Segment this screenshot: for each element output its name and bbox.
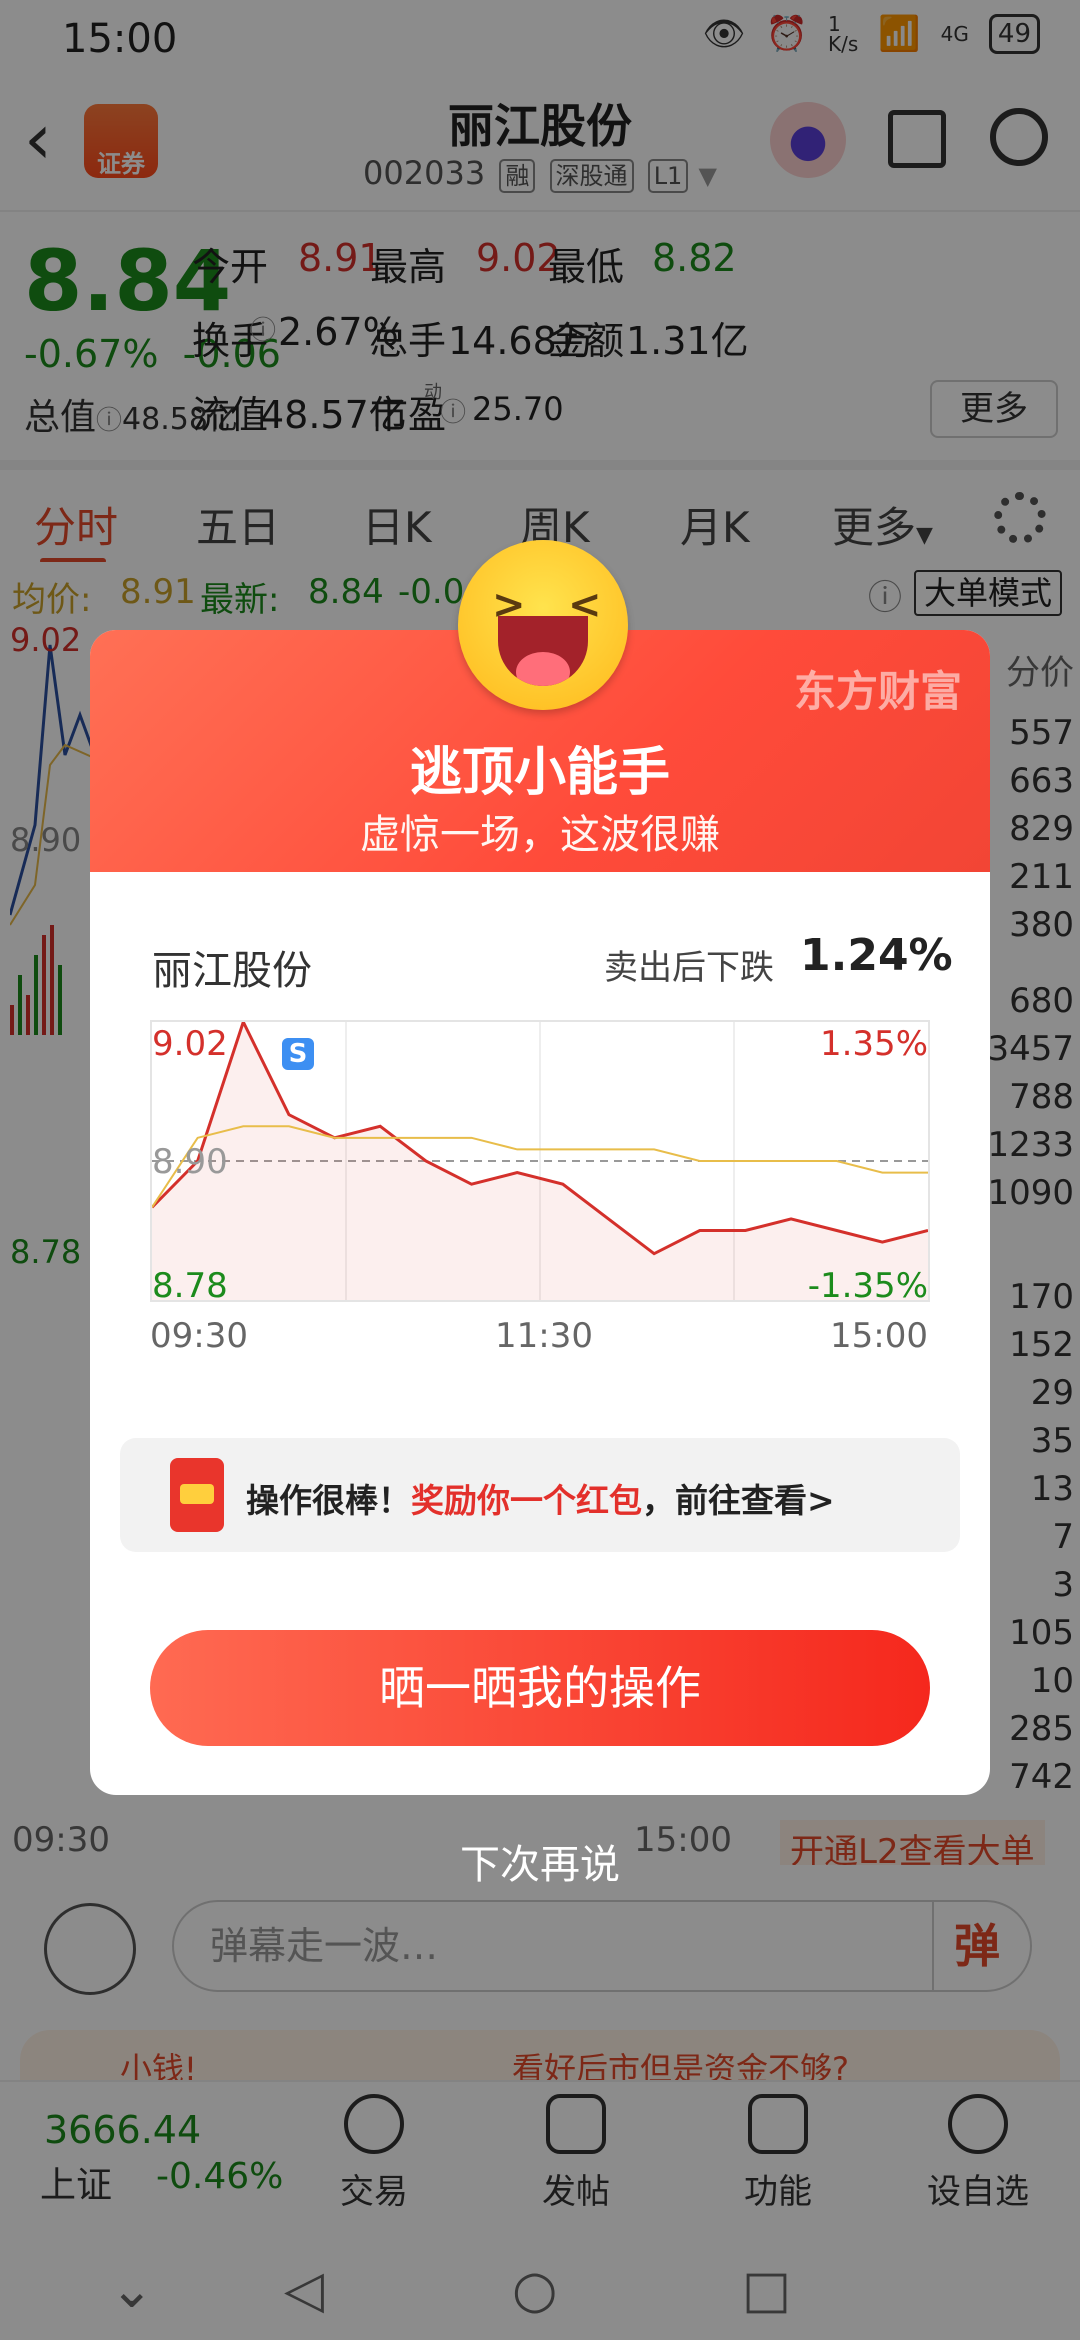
reward-highlight: 奖励你一个红包 xyxy=(411,1481,642,1520)
mini-y-high: 9.02 xyxy=(152,1024,228,1064)
reward-banner[interactable]: 操作很棒！奖励你一个红包，前往查看> xyxy=(120,1438,960,1552)
dialog-title: 逃顶小能手 xyxy=(409,743,670,803)
drop-value: 1.24% xyxy=(800,930,953,981)
achievement-dialog: 东方财富 逃顶小能手 虚惊一场，这波很赚 丽江股份 卖出后下跌 1.24% 9.… xyxy=(90,630,990,1795)
mini-y-low: 8.78 xyxy=(152,1266,228,1306)
red-envelope-icon xyxy=(170,1458,224,1532)
mini-pct-low: -1.35% xyxy=(807,1266,928,1306)
dismiss-later-link[interactable]: 下次再说 xyxy=(0,1832,1080,1890)
laughing-emoji-icon: > < xyxy=(458,540,628,710)
mini-time-end: 15:00 xyxy=(830,1316,928,1356)
mini-chart-svg xyxy=(150,1018,929,1300)
reward-prefix: 操作很棒！ xyxy=(246,1481,411,1520)
reward-suffix: ，前往查看> xyxy=(642,1481,835,1520)
dialog-subtitle: 虚惊一场，这波很赚 xyxy=(360,812,720,858)
reward-text: 操作很棒！奖励你一个红包，前往查看> xyxy=(246,1474,835,1522)
mouth xyxy=(498,616,588,686)
mini-time-start: 09:30 xyxy=(150,1316,248,1356)
mini-time-mid: 11:30 xyxy=(495,1316,593,1356)
brand-watermark: 东方财富 xyxy=(793,667,962,716)
card-stock-name: 丽江股份 xyxy=(152,948,312,994)
mini-chart: 9.02 8.90 8.78 1.35% -1.35% S xyxy=(150,1018,930,1306)
mini-pct-high: 1.35% xyxy=(819,1024,928,1064)
share-operation-button[interactable]: 晒一晒我的操作 xyxy=(150,1630,930,1746)
drop-label: 卖出后下跌 xyxy=(604,948,774,988)
sell-marker: S xyxy=(282,1038,314,1070)
mini-y-mid: 8.90 xyxy=(152,1142,228,1182)
